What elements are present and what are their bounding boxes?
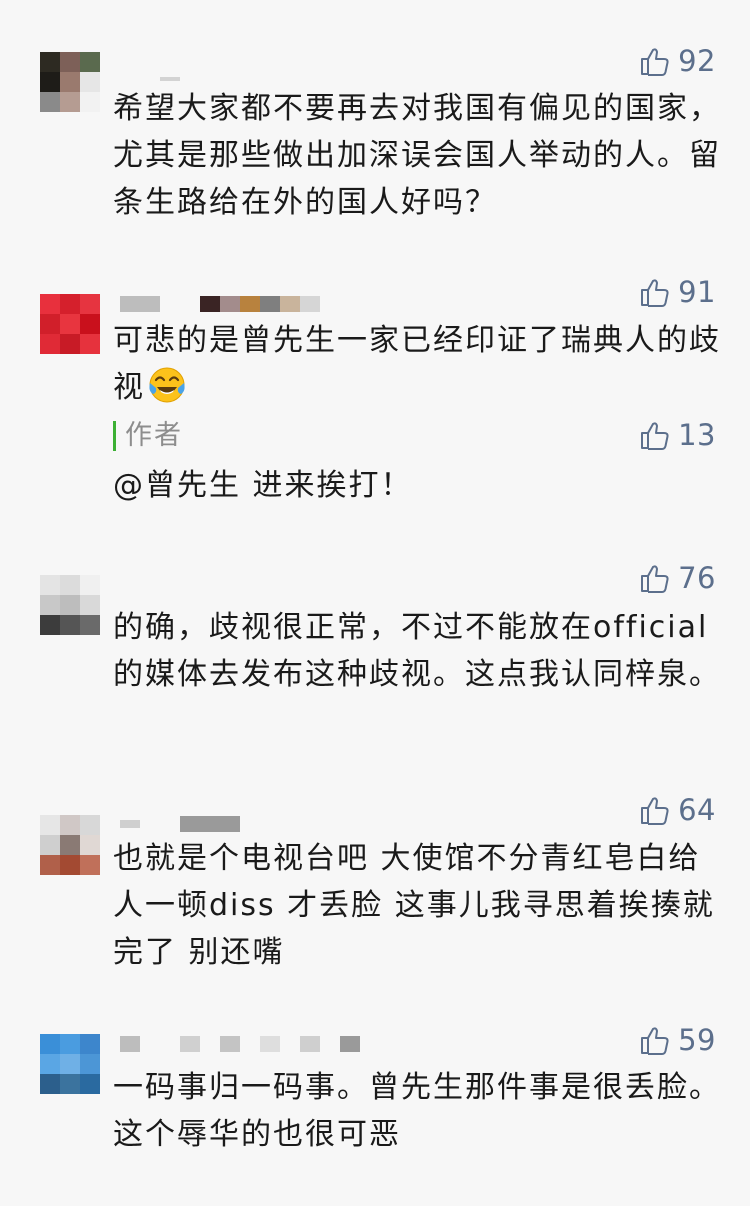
comment-text: 可悲的是曾先生一家已经印证了瑞典人的歧视 <box>113 317 723 411</box>
thumbs-up-icon <box>639 276 671 308</box>
avatar[interactable] <box>40 52 100 112</box>
avatar[interactable] <box>40 1034 100 1094</box>
like-button[interactable]: 91 <box>639 275 716 309</box>
username[interactable] <box>120 1036 360 1052</box>
avatar[interactable] <box>40 575 100 635</box>
like-count: 13 <box>678 418 716 452</box>
comment-text: 一码事归一码事。曾先生那件事是很丢脸。这个辱华的也很可恶 <box>113 1070 721 1152</box>
comment-text: 希望大家都不要再去对我国有偏见的国家，尤其是那些做出加深误会国人举动的人。留条生… <box>113 91 721 220</box>
like-count: 64 <box>678 793 716 827</box>
avatar[interactable] <box>40 294 100 354</box>
username[interactable] <box>120 296 320 312</box>
comment-text-body: 可悲的是曾先生一家已经印证了瑞典人的歧视 <box>113 323 721 405</box>
thumbs-up-icon <box>639 1024 671 1056</box>
thumbs-up-icon <box>639 562 671 594</box>
username[interactable] <box>120 816 240 832</box>
thumbs-up-icon <box>639 794 671 826</box>
like-count: 76 <box>678 561 716 595</box>
comment-text: 也就是个电视台吧 大使馆不分青红皂白给人一顿diss 才丢脸 这事儿我寻思着挨揍… <box>113 841 715 970</box>
comment-text: 的确，歧视很正常，不过不能放在official的媒体去发布这种歧视。这点我认同梓… <box>113 610 721 692</box>
like-button[interactable]: 59 <box>639 1023 716 1057</box>
like-button[interactable]: 76 <box>639 561 716 595</box>
avatar[interactable] <box>40 815 100 875</box>
tears-of-joy-emoji-icon <box>147 365 187 405</box>
like-count: 92 <box>678 44 716 78</box>
like-button[interactable]: 13 <box>639 418 716 452</box>
like-count: 59 <box>678 1023 716 1057</box>
reply-text: @曾先生 进来挨打！ <box>113 468 413 503</box>
like-button[interactable]: 92 <box>639 44 716 78</box>
thumbs-up-icon <box>639 45 671 77</box>
author-badge: 作者 <box>113 421 183 451</box>
like-button[interactable]: 64 <box>639 793 716 827</box>
thumbs-up-icon <box>639 419 671 451</box>
like-count: 91 <box>678 275 716 309</box>
